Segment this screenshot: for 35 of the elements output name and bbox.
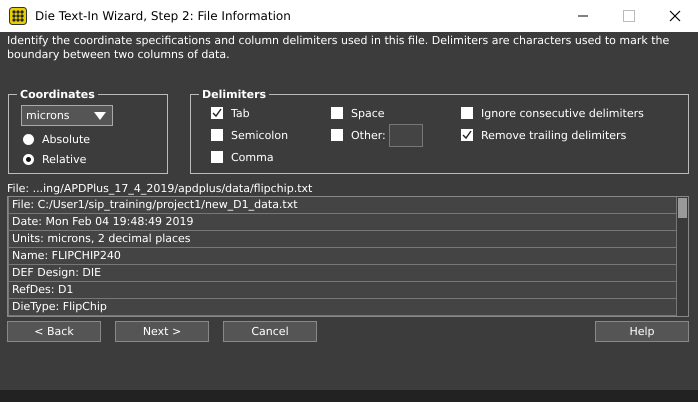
window-title: Die Text-In Wizard, Step 2: File Information [35,9,292,23]
file-path-label: File: ...ing/APDPlus_17_4_2019/apdplus/data/flipchip.txt [7,182,314,196]
radio-button[interactable] [23,154,34,164]
checkbox-label[interactable]: Tab [231,106,250,120]
checkbox-label[interactable]: Comma [231,150,274,164]
group-title: Delimiters [201,88,268,101]
checkbox[interactable] [211,107,223,119]
checkbox-label[interactable]: Semicolon [231,128,288,142]
radio-label[interactable]: Absolute [42,132,90,146]
maximize-icon[interactable] [623,10,635,22]
dialog-button[interactable]: Cancel [223,321,317,342]
radio-label[interactable]: Relative [42,152,86,166]
dropdown-arrow-icon [94,112,106,120]
scrollbar-thumb[interactable] [678,198,687,218]
checkbox[interactable] [211,129,223,141]
radio-button[interactable] [23,134,34,144]
close-icon[interactable] [669,10,681,22]
dropdown-value: microns [26,109,70,122]
checkbox-label[interactable]: Ignore consecutive delimiters [481,106,644,120]
group-title: Coordinates [19,88,96,101]
checkbox[interactable] [331,107,343,119]
app-grid-icon [9,7,27,25]
other-input-field[interactable] [388,124,423,146]
checkbox[interactable] [461,107,473,119]
checkbox-label[interactable]: Remove trailing delimiters [481,128,626,142]
instructions-text: Identify the coordinate specifications and column delimiters used in this file. Delimiters are characters used to mark the boundary between two columns of data. [7,34,670,63]
dialog-button[interactable]: Help [595,321,689,342]
checkbox-label[interactable]: Other: [351,128,386,142]
checkbox-label[interactable]: Space [351,106,385,120]
checkbox[interactable] [331,129,343,141]
checkbox[interactable] [461,129,473,141]
dialog-button[interactable]: < Back [7,321,101,342]
dialog-button[interactable]: Next > [115,321,209,342]
units-dropdown[interactable]: microns [21,105,113,126]
checkbox[interactable] [211,151,223,163]
